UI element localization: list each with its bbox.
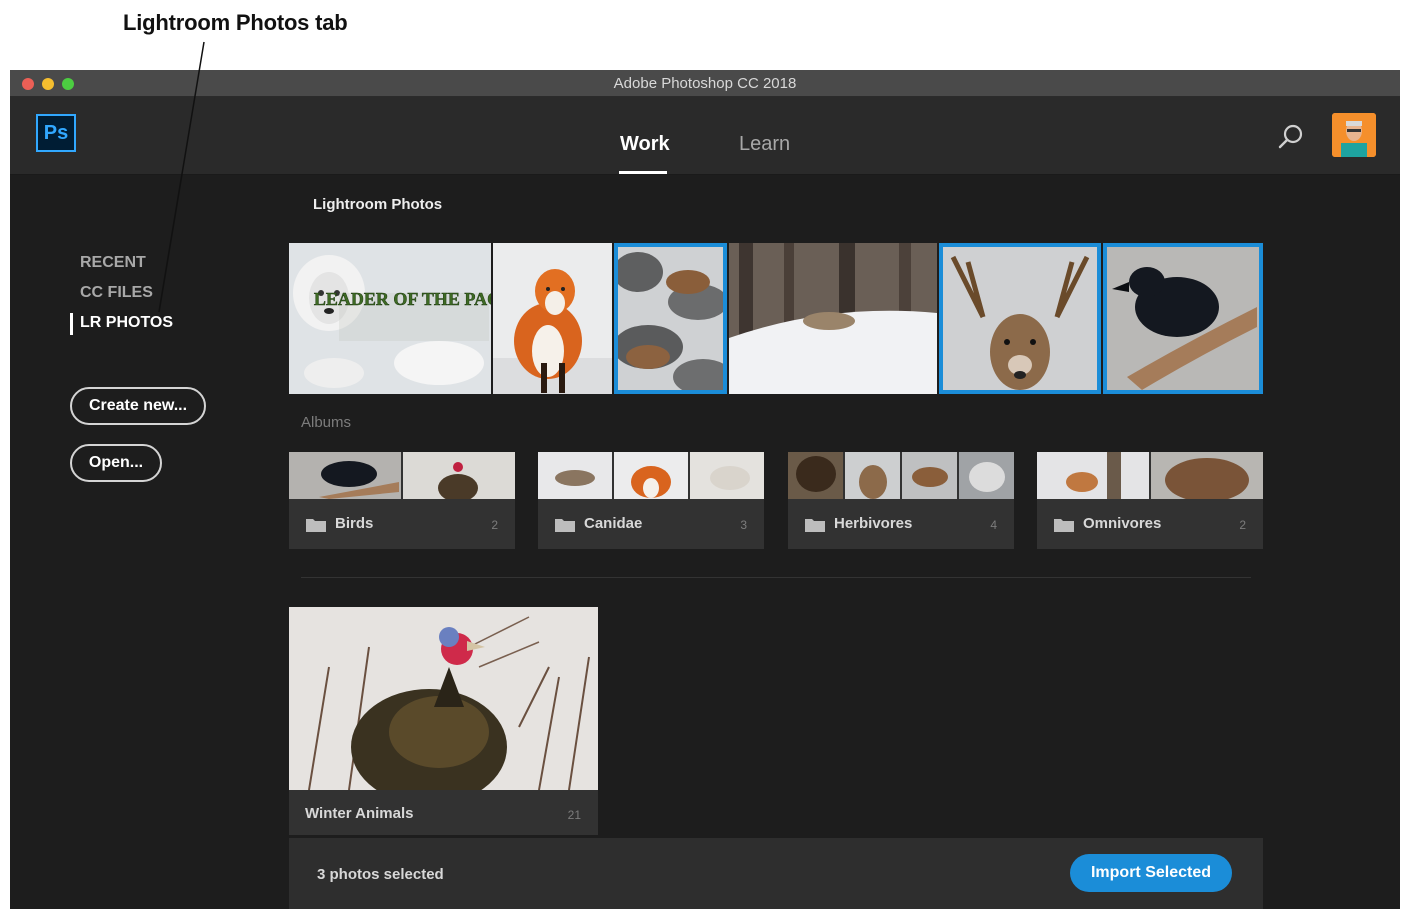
sidebar-item-cc-files[interactable]: CC FILES: [80, 284, 153, 302]
photo-thumbnail[interactable]: LEADER OF THE PACK: [289, 243, 491, 394]
app-window: Adobe Photoshop CC 2018 Ps Work Learn RE…: [10, 70, 1400, 909]
folder-icon: [555, 519, 575, 532]
folder-icon: [1054, 519, 1074, 532]
album-card-canidae[interactable]: Canidae 3: [538, 452, 764, 549]
sidebar-item-lr-photos[interactable]: LR PHOTOS: [80, 314, 173, 332]
album-count: 2: [491, 518, 498, 532]
folder-icon: [805, 519, 825, 532]
import-selected-button[interactable]: Import Selected: [1070, 854, 1232, 892]
album-name: Omnivores: [1083, 515, 1162, 532]
album-name: Canidae: [584, 515, 643, 532]
title-bar: Adobe Photoshop CC 2018: [10, 70, 1400, 97]
collection-card-winter-animals[interactable]: Winter Animals 21: [289, 607, 598, 835]
tab-learn[interactable]: Learn: [739, 133, 790, 156]
album-card-omnivores[interactable]: Omnivores 2: [1037, 452, 1263, 549]
photoshop-logo: Ps: [36, 114, 76, 152]
album-count: 4: [990, 518, 997, 532]
active-tab-indicator: [619, 171, 667, 174]
selection-footer: 3 photos selected Import Selected: [289, 838, 1263, 909]
album-name: Birds: [335, 515, 374, 532]
callout-label: Lightroom Photos tab: [123, 10, 348, 35]
window-title: Adobe Photoshop CC 2018: [613, 75, 797, 92]
open-button[interactable]: Open...: [70, 444, 162, 482]
photo-thumbnail-selected[interactable]: [939, 243, 1101, 394]
user-avatar[interactable]: [1332, 113, 1376, 157]
section-title: Lightroom Photos: [313, 196, 443, 213]
collection-name: Winter Animals: [305, 805, 414, 822]
poster-caption: LEADER OF THE PACK: [314, 289, 491, 309]
album-count: 3: [740, 518, 747, 532]
albums-label: Albums: [301, 414, 352, 431]
sidebar-active-indicator: [70, 313, 73, 335]
create-new-button[interactable]: Create new...: [70, 387, 206, 425]
folder-icon: [306, 519, 326, 532]
album-card-birds[interactable]: Birds 2: [289, 452, 515, 549]
app-header: Ps Work Learn: [10, 97, 1400, 175]
photo-thumbnail[interactable]: [493, 243, 612, 394]
photo-thumbnail-selected[interactable]: [614, 243, 727, 394]
photo-thumbnail-selected[interactable]: [1103, 243, 1263, 394]
album-count: 2: [1239, 518, 1246, 532]
album-card-herbivores[interactable]: Herbivores 4: [788, 452, 1014, 549]
tab-work[interactable]: Work: [620, 133, 670, 156]
search-icon[interactable]: [1276, 122, 1306, 152]
section-divider: [301, 577, 1251, 578]
photo-thumbnail[interactable]: [729, 243, 937, 394]
collection-count: 21: [567, 808, 581, 822]
selected-count-text: 3 photos selected: [317, 866, 444, 883]
sidebar-item-recent[interactable]: RECENT: [80, 254, 146, 272]
album-name: Herbivores: [834, 515, 913, 532]
